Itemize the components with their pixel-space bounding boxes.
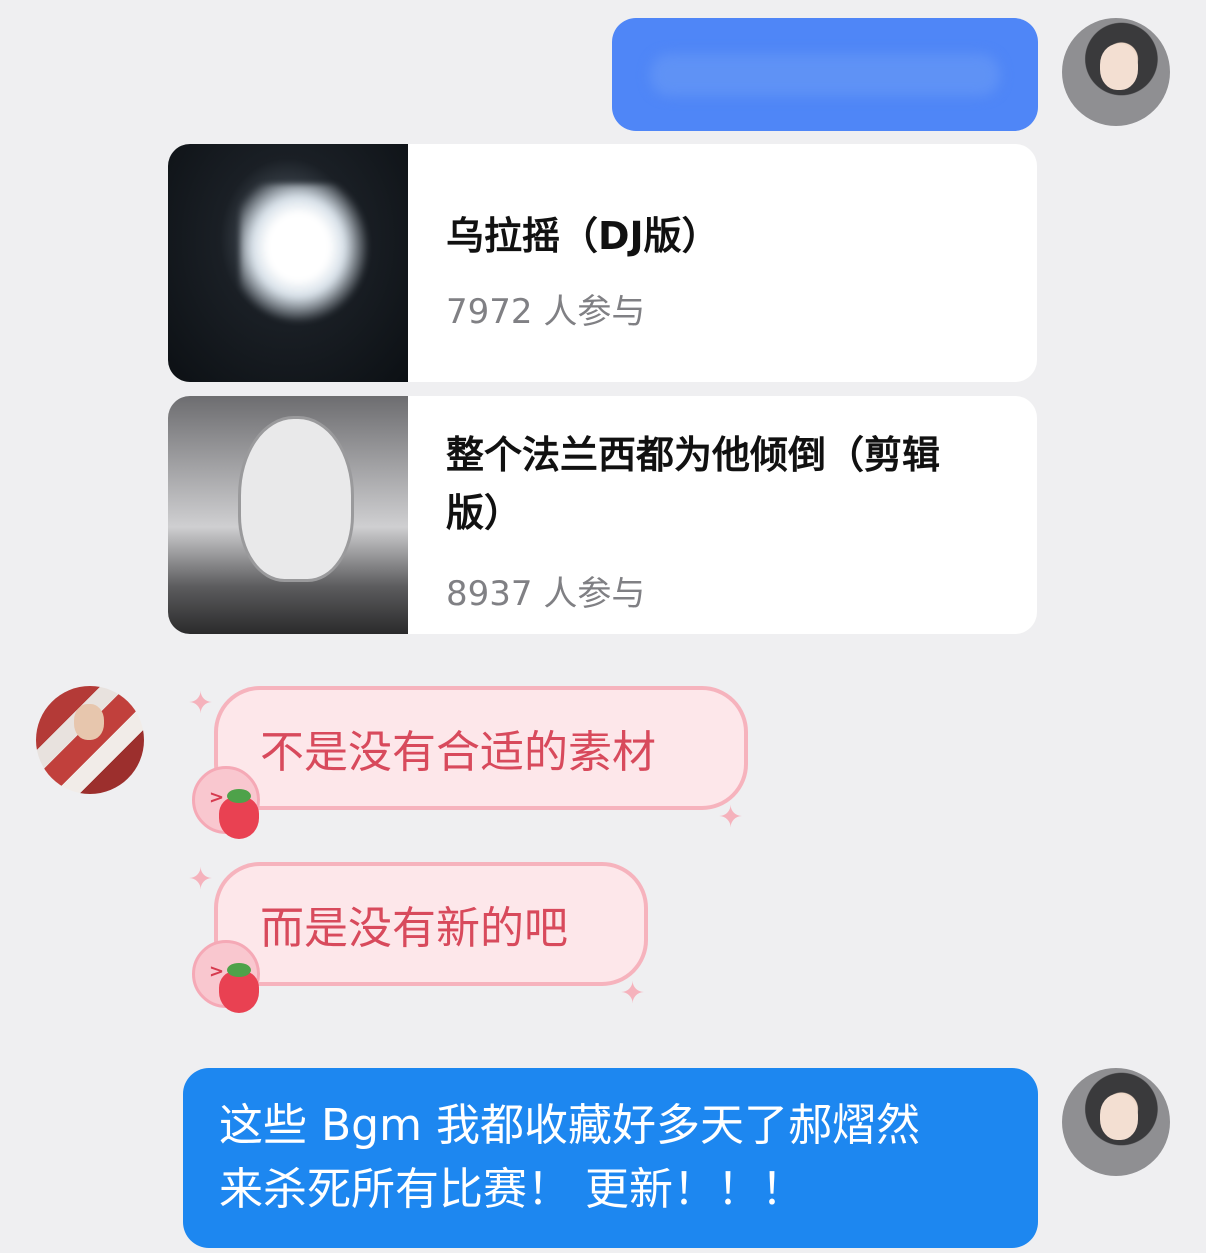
card-1-participants: 7972 人参与 [446, 292, 646, 332]
sparkle-icon: ✦ [188, 862, 214, 897]
my-avatar[interactable] [1062, 1068, 1170, 1176]
music-card-1[interactable] [168, 144, 1037, 382]
card-2-title: 整个法兰西都为他倾倒（剪辑版） [446, 433, 941, 535]
card-thumbnail-horse [168, 144, 408, 382]
strawberry-face-icon: > < [192, 940, 260, 1013]
my-avatar[interactable] [1062, 18, 1170, 126]
sparkle-icon: ✦ [620, 976, 646, 1011]
my-message-2-line1: 这些 Bgm 我都收藏好多天了郝熠然 [219, 1100, 920, 1151]
my-message-2-line2: 来杀死所有比赛！ 更新！！！ [219, 1164, 805, 1215]
sparkle-icon: ✦ [718, 800, 744, 835]
my-message-redacted[interactable] [612, 18, 1038, 131]
sparkle-icon: ✦ [188, 686, 214, 721]
other-message-1-text: 不是没有合适的素材 [260, 727, 656, 778]
my-message-2[interactable]: 这些 Bgm 我都收藏好多天了郝熠然 来杀死所有比赛！ 更新！！！ [183, 1068, 1038, 1248]
other-avatar[interactable] [36, 686, 144, 794]
card-1-title: 乌拉摇（DJ版） [446, 214, 720, 258]
card-thumbnail-anime [168, 396, 408, 634]
other-message-2[interactable]: 而是没有新的吧 [214, 862, 648, 986]
other-message-2-text: 而是没有新的吧 [260, 903, 568, 954]
blurred-text [650, 54, 1000, 96]
other-message-1[interactable]: 不是没有合适的素材 [214, 686, 748, 810]
strawberry-face-icon: > < [192, 766, 260, 839]
card-2-participants: 8937 人参与 [446, 574, 646, 614]
